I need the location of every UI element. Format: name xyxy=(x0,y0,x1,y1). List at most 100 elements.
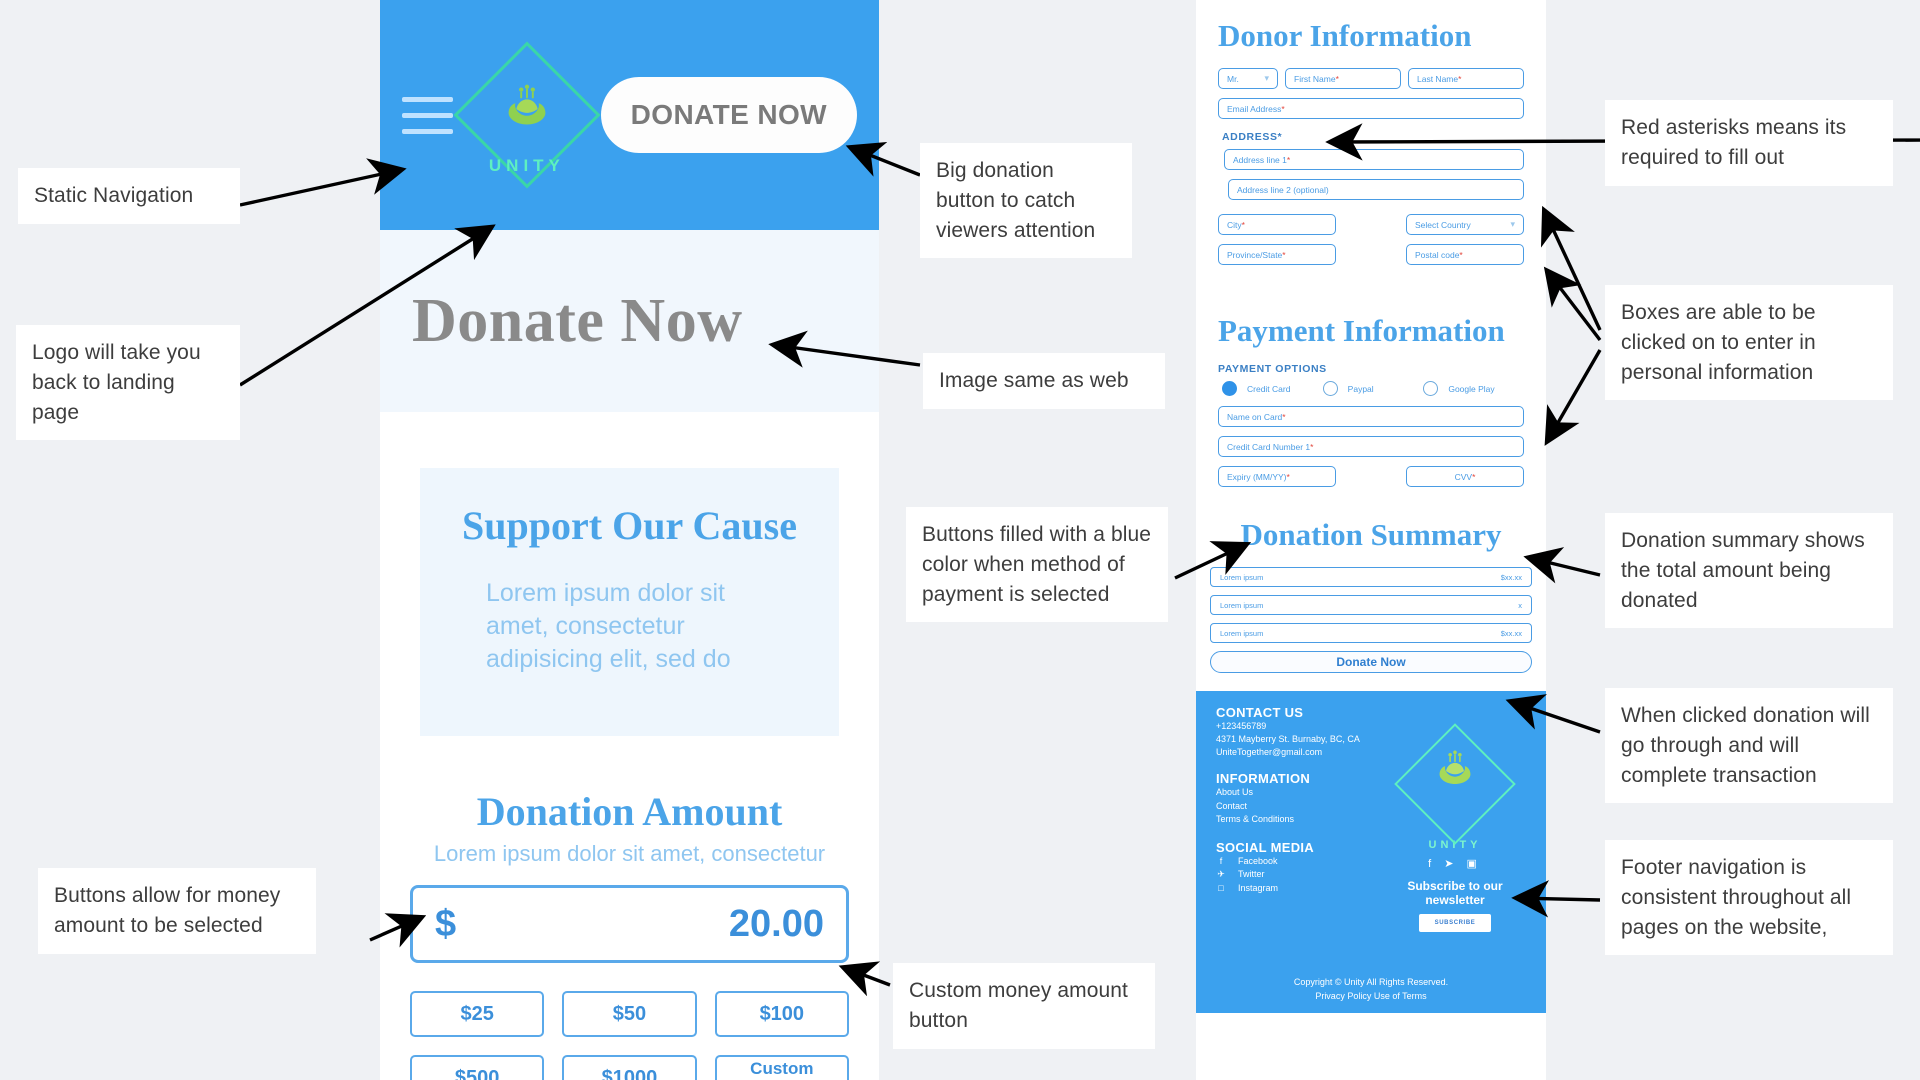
preset-amount-grid: $25 $50 $100 $500 $1000 Custom Amount xyxy=(410,991,849,1080)
paypal-label: Paypal xyxy=(1347,383,1374,394)
preset-amount-100[interactable]: $100 xyxy=(714,991,849,1037)
annotation-static-navigation: Static Navigation xyxy=(18,168,240,224)
first-name-placeholder: First Name xyxy=(1294,73,1336,84)
postal-code-field[interactable]: Postal code * xyxy=(1406,244,1524,265)
instagram-icon: □ xyxy=(1218,882,1224,893)
summary-row-label: Lorem ipsum xyxy=(1220,600,1264,610)
annotation-donation-summary: Donation summary shows the total amount … xyxy=(1605,513,1893,629)
support-cause-body: Lorem ipsum dolor sit amet, consectetur … xyxy=(486,579,731,673)
payment-option-paypal[interactable]: Paypal xyxy=(1322,381,1424,396)
preset-amount-50[interactable]: $50 xyxy=(562,991,697,1037)
summary-row: Lorem ipsum $xx.xx xyxy=(1210,567,1532,587)
title-select-value: Mr. xyxy=(1227,73,1239,84)
annotation-footer-nav: Footer navigation is consistent througho… xyxy=(1605,840,1893,956)
custom-amount-line1: Custom xyxy=(750,1059,814,1079)
hero-banner: Donate Now xyxy=(380,230,879,412)
last-name-field[interactable]: Last Name * xyxy=(1408,68,1524,89)
payment-option-google-play[interactable]: Google Play xyxy=(1423,381,1524,396)
chevron-down-icon: ▾ xyxy=(1510,219,1515,229)
instagram-icon: ▣ xyxy=(1466,858,1482,870)
site-footer: CONTACT US +123456789 4371 Mayberry St. … xyxy=(1196,691,1546,1013)
twitter-label: Twitter xyxy=(1238,869,1265,880)
annotation-buttons-money: Buttons allow for money amount to be sel… xyxy=(38,868,316,954)
facebook-label: Facebook xyxy=(1238,855,1278,866)
mobile-mockup-left: UNITY DONATE NOW Donate Now Support Our … xyxy=(380,0,879,1080)
address-line-1-field[interactable]: Address line 1 * xyxy=(1224,149,1524,170)
province-placeholder: Province/State xyxy=(1227,249,1283,260)
facebook-icon: f xyxy=(1428,858,1437,870)
payment-options-label: PAYMENT OPTIONS xyxy=(1218,363,1327,375)
address2-placeholder: Address line 2 (optional) xyxy=(1237,184,1329,195)
footer-phone: +123456789 xyxy=(1216,721,1267,731)
credit-card-label: Credit Card xyxy=(1247,383,1291,394)
footer-copyright-block: Copyright © Unity All Rights Reserved. P… xyxy=(1196,976,1546,1003)
mobile-mockup-right: Donor Information Mr. ▾ First Name * Last… xyxy=(1196,0,1546,1080)
donate-now-submit-button[interactable]: Donate Now xyxy=(1210,651,1532,673)
expiry-field[interactable]: Expiry (MM/YY) * xyxy=(1218,466,1336,487)
card-number-field[interactable]: Credit Card Number 1 * xyxy=(1218,436,1524,457)
expiry-placeholder: Expiry (MM/YY) xyxy=(1227,471,1287,482)
address-line-2-field[interactable]: Address line 2 (optional) xyxy=(1228,179,1524,200)
first-name-field[interactable]: First Name * xyxy=(1285,68,1401,89)
annotation-when-clicked: When clicked donation will go through an… xyxy=(1605,688,1893,804)
currency-symbol: $ xyxy=(435,902,457,945)
annotation-red-asterisks: Red asterisks means its required to fill… xyxy=(1605,100,1893,186)
summary-row-value: x xyxy=(1518,600,1522,610)
radio-google-play[interactable] xyxy=(1423,381,1439,396)
footer-unity-logo[interactable] xyxy=(1380,723,1530,845)
address-label-text: ADDRESS xyxy=(1222,131,1278,143)
footer-policy-links[interactable]: Privacy Policy Use of Terms xyxy=(1196,990,1546,1004)
name-on-card-field[interactable]: Name on Card * xyxy=(1218,406,1524,427)
page-title: Donate Now xyxy=(412,286,743,355)
payment-option-credit-card[interactable]: Credit Card xyxy=(1222,381,1323,396)
donation-summary-rows: Lorem ipsum $xx.xx Lorem ipsum x Lorem i… xyxy=(1196,567,1546,643)
title-select[interactable]: Mr. ▾ xyxy=(1218,68,1278,89)
donation-summary-title: Donation Summary xyxy=(1240,517,1502,552)
lotus-hands-icon xyxy=(496,78,558,145)
radio-credit-card[interactable] xyxy=(1222,381,1237,396)
donate-now-button[interactable]: DONATE NOW xyxy=(600,77,857,153)
footer-lotus-hands-icon xyxy=(1380,745,1530,797)
annotation-logo-landing: Logo will take you back to landing page xyxy=(16,325,240,441)
city-placeholder: City xyxy=(1227,219,1242,230)
radio-paypal[interactable] xyxy=(1322,381,1338,396)
province-field[interactable]: Province/State * xyxy=(1218,244,1336,265)
custom-amount-button[interactable]: Custom Amount xyxy=(714,1055,849,1080)
country-placeholder: Select Country xyxy=(1415,219,1471,230)
chevron-down-icon: ▾ xyxy=(1264,73,1269,83)
support-cause-title: Support Our Cause xyxy=(462,503,797,548)
address-section-label: ADDRESS* xyxy=(1222,131,1283,143)
unity-logo[interactable]: UNITY xyxy=(453,40,601,190)
footer-copyright: Copyright © Unity All Rights Reserved. xyxy=(1293,977,1449,987)
email-placeholder: Email Address xyxy=(1227,103,1282,114)
donation-amount-title: Donation Amount xyxy=(476,789,783,834)
preset-amount-25[interactable]: $25 xyxy=(410,991,545,1037)
preset-amount-1000[interactable]: $1000 xyxy=(562,1055,697,1080)
last-name-placeholder: Last Name xyxy=(1417,73,1459,84)
annotation-buttons-filled: Buttons filled with a blue color when me… xyxy=(906,507,1168,623)
cvv-field[interactable]: CVV * xyxy=(1406,466,1524,487)
donation-amount-input[interactable]: $ 20.00 xyxy=(410,885,849,963)
card-number-placeholder: Credit Card Number 1 xyxy=(1227,441,1311,452)
payment-information-title: Payment Information xyxy=(1218,313,1505,348)
city-field[interactable]: City * xyxy=(1218,214,1336,235)
preset-amount-500[interactable]: $500 xyxy=(410,1055,545,1080)
summary-row-label: Lorem ipsum xyxy=(1220,572,1264,582)
subscribe-button[interactable]: SUBSCRIBE xyxy=(1419,914,1491,932)
hamburger-icon[interactable] xyxy=(402,96,454,134)
footer-brand-column: UNITY f ➤ ▣ Subscribe to our newsletter … xyxy=(1380,723,1530,932)
annotation-image-same-as-web: Image same as web xyxy=(923,353,1165,409)
instagram-label: Instagram xyxy=(1238,882,1279,893)
logo-wordmark: UNITY xyxy=(488,156,565,175)
summary-row-value: $xx.xx xyxy=(1500,572,1522,582)
twitter-icon: ➤ xyxy=(1444,858,1459,870)
email-field[interactable]: Email Address * xyxy=(1218,98,1524,119)
donor-information-title: Donor Information xyxy=(1218,18,1472,53)
name-on-card-placeholder: Name on Card xyxy=(1227,411,1283,422)
summary-row-label: Lorem ipsum xyxy=(1220,628,1264,638)
annotation-big-donation: Big donation button to catch viewers att… xyxy=(920,143,1132,259)
newsletter-heading: Subscribe to our newsletter xyxy=(1407,879,1503,907)
country-select[interactable]: Select Country ▾ xyxy=(1406,214,1524,235)
google-play-label: Google Play xyxy=(1448,383,1495,394)
footer-social-icon-row[interactable]: f ➤ ▣ xyxy=(1380,857,1530,870)
